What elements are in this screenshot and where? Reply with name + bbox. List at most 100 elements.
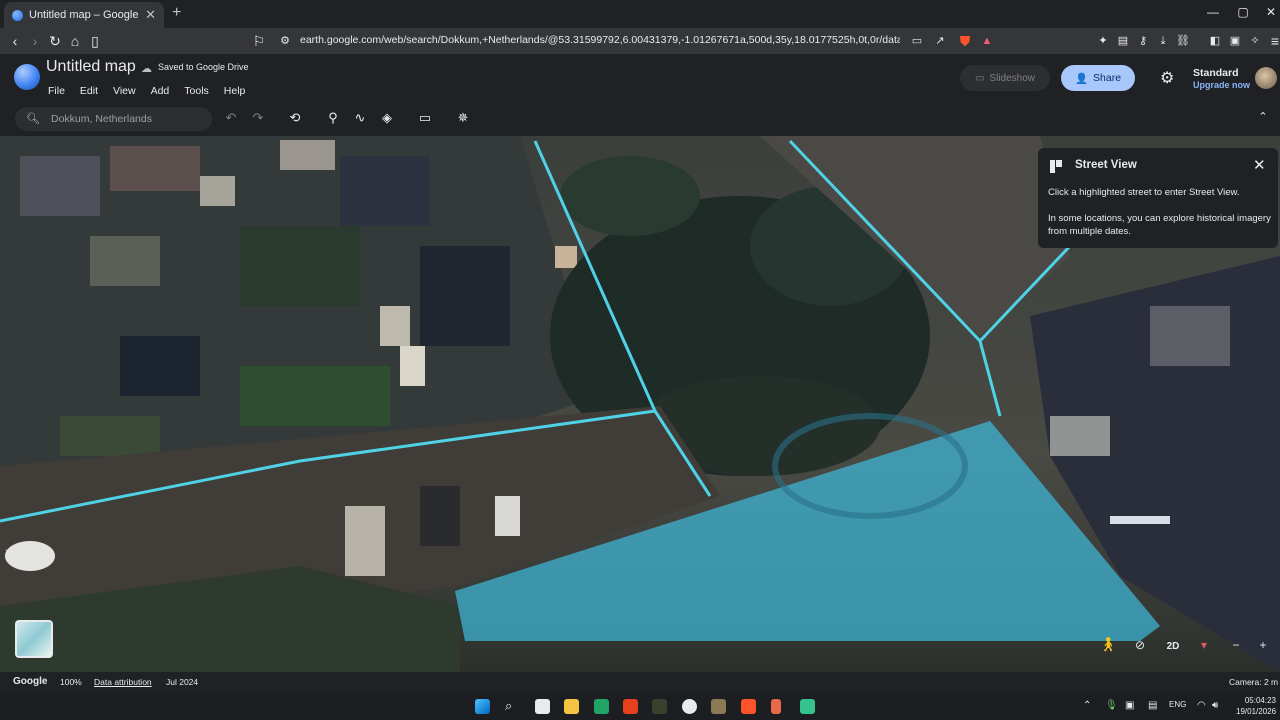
extensions-icon[interactable]: ✦ xyxy=(1094,32,1112,50)
street-view-history-note: In some locations, you can explore histo… xyxy=(1048,213,1271,237)
file-explorer-icon[interactable] xyxy=(564,699,579,714)
wifi-icon[interactable]: ◠ xyxy=(1197,700,1206,711)
share-button[interactable]: 👤 Share xyxy=(1061,65,1135,91)
map-style-thumbnail[interactable] xyxy=(15,620,53,658)
data-attribution-link[interactable]: Data attribution xyxy=(94,677,152,687)
plan-name: Standard xyxy=(1193,67,1239,79)
tilt-compass-icon[interactable]: ▾ xyxy=(1194,638,1214,652)
zoom-level: 100% xyxy=(60,677,82,687)
menu-add[interactable]: Add xyxy=(151,85,170,97)
link-icon[interactable]: ⛓ xyxy=(1174,32,1192,50)
microphone-app-icon[interactable] xyxy=(771,699,781,714)
street-view-panel: Street View ✕ Click a highlighted street… xyxy=(1038,148,1278,248)
volume-icon[interactable]: 🔊︎ xyxy=(1212,700,1218,711)
back-icon[interactable]: ‹ xyxy=(6,32,24,50)
share-page-icon[interactable]: ↗ xyxy=(931,32,949,50)
camera-altitude: Camera: 2 m xyxy=(1229,677,1279,687)
tray-app-icon[interactable]: ▣ xyxy=(1125,700,1134,711)
start-icon[interactable] xyxy=(475,699,490,714)
tray-chevron-icon[interactable]: ⌃ xyxy=(1083,700,1091,711)
settings-gear-icon[interactable]: ⚙ xyxy=(1160,68,1174,88)
tray-app2-icon[interactable]: ▤ xyxy=(1148,700,1157,711)
add-placemark-icon[interactable]: ⚲ xyxy=(324,110,342,126)
menu-bar: File Edit View Add Tools Help xyxy=(48,85,260,97)
map-layers-icon[interactable]: ◈ xyxy=(378,110,396,126)
clock-time: 05:04:23 xyxy=(1244,696,1276,705)
clock-date: 19/01/2026 xyxy=(1236,707,1277,716)
app-h-icon[interactable] xyxy=(623,699,638,714)
slideshow-button[interactable]: ▭ Slideshow xyxy=(960,65,1050,91)
reload-icon[interactable]: ↻ xyxy=(46,32,64,50)
street-view-title: Street View xyxy=(1075,159,1137,171)
measure-ruler-icon[interactable]: ▭ xyxy=(416,110,434,126)
history-icon[interactable]: ⟲ xyxy=(286,110,304,126)
brave-rewards-icon[interactable]: ▲ xyxy=(978,32,996,50)
collapse-toolbar-icon[interactable]: ⌃ xyxy=(1254,110,1272,123)
redo-icon[interactable]: ↷ xyxy=(249,110,267,126)
compass-reset-icon[interactable]: ⊘ xyxy=(1130,638,1150,652)
expand-side-panel-icon[interactable]: › xyxy=(5,546,8,557)
language-indicator[interactable]: ENG xyxy=(1169,700,1186,709)
forward-icon[interactable]: › xyxy=(26,32,44,50)
brave-shield-icon[interactable]: ⛊ xyxy=(956,32,974,50)
bookmark-icon[interactable]: ⚐ xyxy=(250,32,268,50)
search-input[interactable]: 🔍︎ Dokkum, Netherlands xyxy=(15,107,212,131)
wallet-icon[interactable]: ▣ xyxy=(1226,32,1244,50)
new-tab-icon[interactable]: + xyxy=(172,4,181,22)
menu-tools[interactable]: Tools xyxy=(184,85,209,97)
google-earth-logo-icon[interactable] xyxy=(14,64,40,90)
map-title[interactable]: Untitled map xyxy=(46,58,136,76)
app-camera-icon[interactable] xyxy=(652,699,667,714)
zoom-in-icon[interactable]: + xyxy=(1253,638,1273,652)
map-status-bar: Google 100% Data attribution Jul 2024 Ca… xyxy=(0,672,1280,692)
app-green-icon[interactable] xyxy=(800,699,815,714)
menu-edit[interactable]: Edit xyxy=(80,85,98,97)
brave-browser-icon[interactable] xyxy=(741,699,756,714)
sidebar-icon[interactable]: ▯ xyxy=(86,32,104,50)
slideshow-label: Slideshow xyxy=(989,72,1036,84)
menu-view[interactable]: View xyxy=(113,85,136,97)
browser-tab-strip: Untitled map – Google Earth ✕ + — ▢ ✕ xyxy=(0,0,1280,28)
tab-title: Untitled map – Google Earth xyxy=(29,9,141,21)
site-info-icon[interactable]: ⚙ xyxy=(276,32,294,50)
maximize-window-icon[interactable]: ▢ xyxy=(1228,5,1258,19)
sidebar-toggle-icon[interactable]: ◧ xyxy=(1206,32,1224,50)
saved-status: Saved to Google Drive xyxy=(158,62,249,72)
voyager-satellite-icon[interactable]: ✵ xyxy=(454,110,472,126)
password-icon[interactable]: ⚷ xyxy=(1134,32,1152,50)
menu-file[interactable]: File xyxy=(48,85,65,97)
menu-icon[interactable]: ≡ xyxy=(1266,32,1280,50)
undo-icon[interactable]: ↶ xyxy=(222,110,240,126)
view-mode-toggle[interactable]: 2D xyxy=(1162,641,1184,652)
download-icon[interactable]: ⤓ xyxy=(1154,32,1172,50)
close-window-icon[interactable]: ✕ xyxy=(1256,5,1280,19)
reader-icon[interactable]: ▤ xyxy=(1114,32,1132,50)
system-clock[interactable]: 05:04:23 19/01/2026 xyxy=(1236,695,1276,717)
avatar[interactable] xyxy=(1255,67,1277,89)
search-taskbar-icon[interactable]: ⌕ xyxy=(505,698,512,714)
imagery-date: Jul 2024 xyxy=(166,677,199,687)
close-tab-icon[interactable]: ✕ xyxy=(145,7,156,23)
add-person-icon: 👤 xyxy=(1074,72,1089,85)
minimize-window-icon[interactable]: — xyxy=(1198,5,1228,19)
upgrade-link[interactable]: Upgrade now xyxy=(1193,80,1250,90)
browser-tab[interactable]: Untitled map – Google Earth ✕ xyxy=(4,2,164,28)
leo-ai-icon[interactable]: ✧ xyxy=(1246,32,1264,50)
menu-help[interactable]: Help xyxy=(224,85,246,97)
home-icon[interactable]: ⌂ xyxy=(66,32,84,50)
zoom-out-icon[interactable]: − xyxy=(1226,638,1246,652)
close-panel-icon[interactable]: ✕ xyxy=(1253,156,1266,174)
excel-icon[interactable] xyxy=(594,699,609,714)
pegman-icon[interactable]: 🚶︎ xyxy=(1098,636,1118,653)
cloud-saved-icon: ☁ xyxy=(141,63,152,75)
street-view-icon xyxy=(1050,160,1062,173)
chatgpt-icon[interactable] xyxy=(682,699,697,714)
address-bar[interactable]: earth.google.com/web/search/Dokkum,+Neth… xyxy=(300,34,900,46)
cast-icon[interactable]: ▭ xyxy=(908,32,926,50)
windows-taskbar: ⌕ ⌃ 🎙︎ ▣ ▤ ENG ◠ 🔊︎ 05:04:23 19/01/2026 xyxy=(0,692,1280,720)
draw-path-icon[interactable]: ∿ xyxy=(351,110,369,126)
google-earth-favicon-icon xyxy=(12,9,23,21)
app-plane-icon[interactable] xyxy=(711,699,726,714)
mic-tray-icon[interactable]: 🎙︎ xyxy=(1105,700,1118,711)
task-view-icon[interactable] xyxy=(535,699,550,714)
